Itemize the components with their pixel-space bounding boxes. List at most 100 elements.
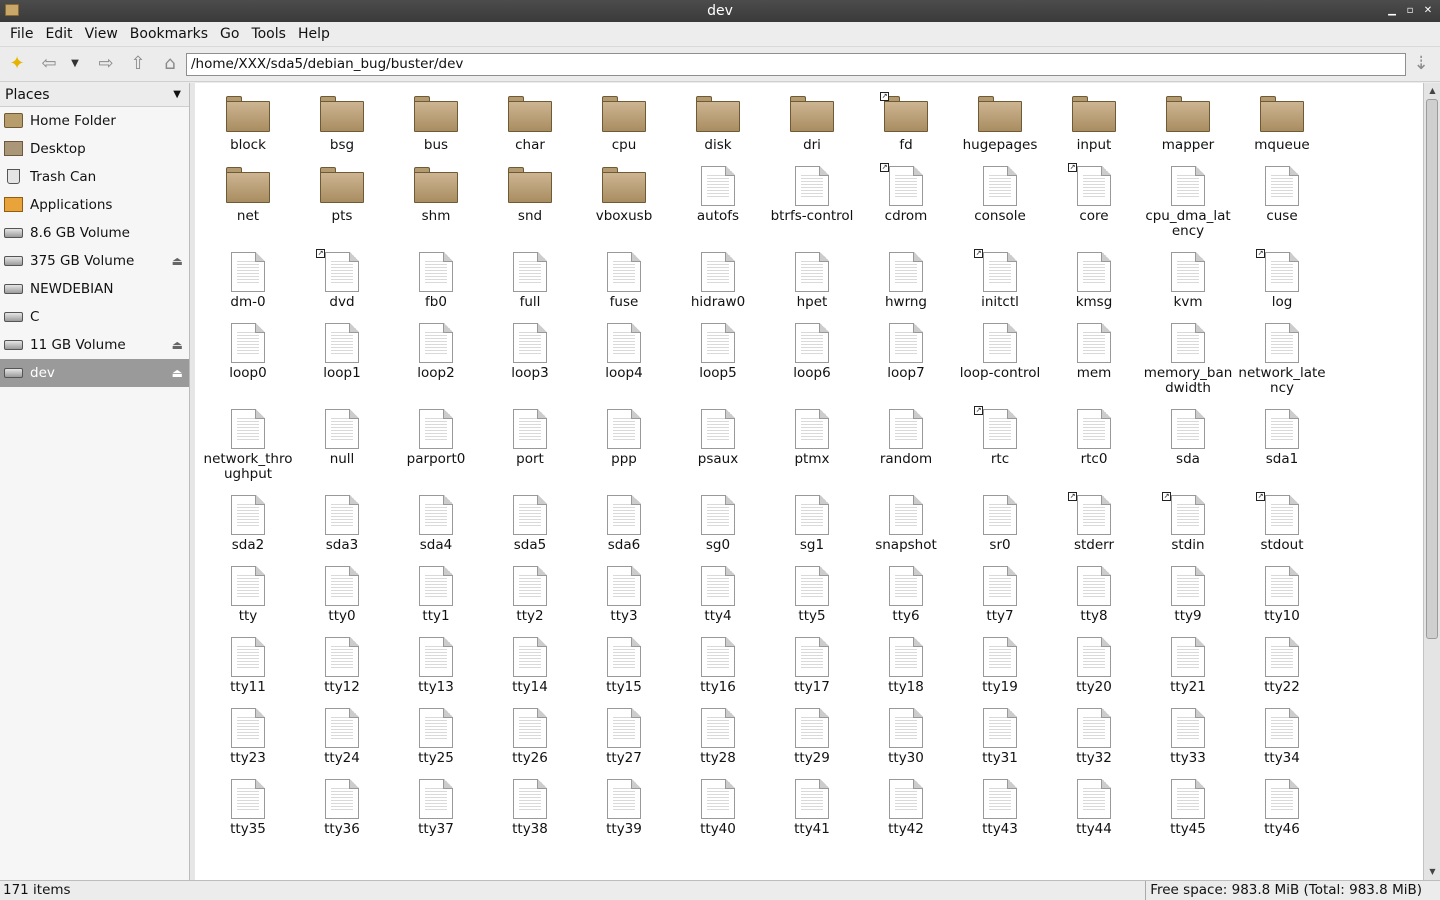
scrollbar-thumb[interactable] bbox=[1426, 99, 1438, 639]
folder-item[interactable]: cpu bbox=[577, 92, 671, 163]
place-item-trash-can[interactable]: Trash Can bbox=[0, 163, 189, 191]
place-item-desktop[interactable]: Desktop bbox=[0, 135, 189, 163]
vertical-scrollbar[interactable]: ▲ ▼ bbox=[1423, 83, 1440, 880]
minimize-button[interactable]: ▁ bbox=[1386, 0, 1398, 22]
file-item[interactable]: tty19 bbox=[953, 634, 1047, 705]
eject-icon[interactable]: ⏏ bbox=[172, 359, 183, 387]
file-item[interactable]: ↗ stderr bbox=[1047, 492, 1141, 563]
folder-item[interactable]: shm bbox=[389, 163, 483, 249]
file-item[interactable]: hwrng bbox=[859, 249, 953, 320]
file-item[interactable]: tty16 bbox=[671, 634, 765, 705]
file-item[interactable]: ↗ core bbox=[1047, 163, 1141, 249]
file-item[interactable]: tty42 bbox=[859, 776, 953, 847]
file-item[interactable]: tty12 bbox=[295, 634, 389, 705]
file-item[interactable]: kmsg bbox=[1047, 249, 1141, 320]
file-item[interactable]: tty13 bbox=[389, 634, 483, 705]
file-item[interactable]: tty0 bbox=[295, 563, 389, 634]
eject-icon[interactable]: ⏏ bbox=[172, 331, 183, 359]
file-item[interactable]: tty41 bbox=[765, 776, 859, 847]
menu-tools[interactable]: Tools bbox=[245, 26, 292, 42]
file-item[interactable]: tty18 bbox=[859, 634, 953, 705]
new-tab-star-icon[interactable]: ✦ bbox=[6, 54, 28, 74]
file-item[interactable]: loop4 bbox=[577, 320, 671, 406]
file-item[interactable]: loop5 bbox=[671, 320, 765, 406]
menu-file[interactable]: File bbox=[4, 26, 39, 42]
file-item[interactable]: tty2 bbox=[483, 563, 577, 634]
file-item[interactable]: fuse bbox=[577, 249, 671, 320]
file-item[interactable]: tty4 bbox=[671, 563, 765, 634]
folder-item[interactable]: bus bbox=[389, 92, 483, 163]
file-item[interactable]: snapshot bbox=[859, 492, 953, 563]
file-item[interactable]: ↗ cdrom bbox=[859, 163, 953, 249]
file-item[interactable]: tty36 bbox=[295, 776, 389, 847]
file-item[interactable]: tty43 bbox=[953, 776, 1047, 847]
file-item[interactable]: tty29 bbox=[765, 705, 859, 776]
file-item[interactable]: sda3 bbox=[295, 492, 389, 563]
file-item[interactable]: tty45 bbox=[1141, 776, 1235, 847]
folder-item[interactable]: disk bbox=[671, 92, 765, 163]
file-item[interactable]: loop2 bbox=[389, 320, 483, 406]
file-item[interactable]: ↗ stdout bbox=[1235, 492, 1329, 563]
file-item[interactable]: tty26 bbox=[483, 705, 577, 776]
file-item[interactable]: hidraw0 bbox=[671, 249, 765, 320]
folder-item[interactable]: char bbox=[483, 92, 577, 163]
places-dropdown-icon[interactable]: ▼ bbox=[173, 83, 181, 107]
file-item[interactable]: tty31 bbox=[953, 705, 1047, 776]
folder-item[interactable]: ↗ fd bbox=[859, 92, 953, 163]
file-item[interactable]: kvm bbox=[1141, 249, 1235, 320]
file-item[interactable]: sg1 bbox=[765, 492, 859, 563]
location-bar[interactable]: /home/XXX/sda5/debian_bug/buster/dev bbox=[186, 53, 1406, 76]
folder-item[interactable]: net bbox=[201, 163, 295, 249]
file-item[interactable]: tty40 bbox=[671, 776, 765, 847]
menu-help[interactable]: Help bbox=[292, 26, 336, 42]
file-item[interactable]: tty20 bbox=[1047, 634, 1141, 705]
place-item-c[interactable]: C bbox=[0, 303, 189, 331]
folder-item[interactable]: hugepages bbox=[953, 92, 1047, 163]
file-item[interactable]: ↗ initctl bbox=[953, 249, 1047, 320]
file-item[interactable]: tty33 bbox=[1141, 705, 1235, 776]
file-item[interactable]: cpu_dma_lat ency bbox=[1141, 163, 1235, 249]
file-item[interactable]: sda6 bbox=[577, 492, 671, 563]
file-item[interactable]: dm-0 bbox=[201, 249, 295, 320]
file-item[interactable]: tty bbox=[201, 563, 295, 634]
places-header[interactable]: Places ▼ bbox=[0, 83, 189, 107]
file-item[interactable]: tty39 bbox=[577, 776, 671, 847]
home-icon[interactable]: ⌂ bbox=[159, 54, 181, 74]
file-item[interactable]: ↗ log bbox=[1235, 249, 1329, 320]
file-item[interactable]: tty37 bbox=[389, 776, 483, 847]
file-item[interactable]: loop6 bbox=[765, 320, 859, 406]
file-item[interactable]: tty11 bbox=[201, 634, 295, 705]
place-item-11-gb-volume[interactable]: 11 GB Volume ⏏ bbox=[0, 331, 189, 359]
folder-item[interactable]: dri bbox=[765, 92, 859, 163]
place-item-newdebian[interactable]: NEWDEBIAN bbox=[0, 275, 189, 303]
file-item[interactable]: tty24 bbox=[295, 705, 389, 776]
file-item[interactable]: network_late ncy bbox=[1235, 320, 1329, 406]
file-item[interactable]: port bbox=[483, 406, 577, 492]
file-item[interactable]: tty38 bbox=[483, 776, 577, 847]
folder-item[interactable]: block bbox=[201, 92, 295, 163]
file-item[interactable]: psaux bbox=[671, 406, 765, 492]
file-item[interactable]: tty6 bbox=[859, 563, 953, 634]
file-item[interactable]: fb0 bbox=[389, 249, 483, 320]
file-item[interactable]: sda2 bbox=[201, 492, 295, 563]
file-item[interactable]: random bbox=[859, 406, 953, 492]
folder-item[interactable]: input bbox=[1047, 92, 1141, 163]
file-item[interactable]: loop3 bbox=[483, 320, 577, 406]
file-item[interactable]: tty30 bbox=[859, 705, 953, 776]
place-item-home-folder[interactable]: Home Folder bbox=[0, 107, 189, 135]
file-item[interactable]: tty23 bbox=[201, 705, 295, 776]
file-item[interactable]: tty21 bbox=[1141, 634, 1235, 705]
file-item[interactable]: tty5 bbox=[765, 563, 859, 634]
eject-icon[interactable]: ⏏ bbox=[172, 247, 183, 275]
place-item-applications[interactable]: Applications bbox=[0, 191, 189, 219]
file-item[interactable]: network_thro ughput bbox=[201, 406, 295, 492]
file-item[interactable]: ppp bbox=[577, 406, 671, 492]
file-item[interactable]: btrfs-control bbox=[765, 163, 859, 249]
file-icon-view[interactable]: block bsg bus char cpu disk dri ↗ fd hugepages inp… bbox=[195, 83, 1423, 880]
folder-item[interactable]: vboxusb bbox=[577, 163, 671, 249]
file-item[interactable]: tty10 bbox=[1235, 563, 1329, 634]
file-item[interactable]: loop7 bbox=[859, 320, 953, 406]
file-item[interactable]: cuse bbox=[1235, 163, 1329, 249]
file-item[interactable]: tty46 bbox=[1235, 776, 1329, 847]
file-item[interactable]: console bbox=[953, 163, 1047, 249]
